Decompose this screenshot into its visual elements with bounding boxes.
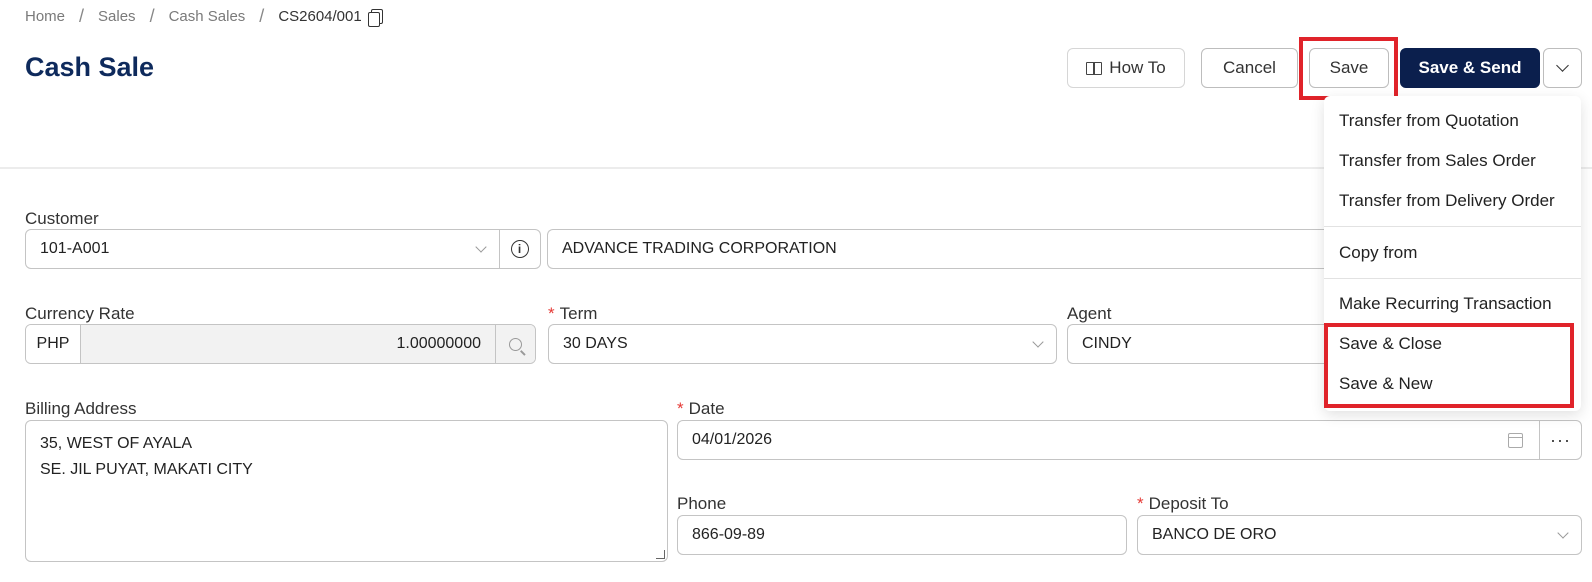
term-value: 30 DAYS [563,335,628,352]
phone-label: Phone [677,494,727,513]
currency-code: PHP [26,325,81,363]
agent-select[interactable]: CINDY [1067,324,1327,364]
customer-label: Customer [25,209,99,228]
menu-item-transfer-delivery-order[interactable]: Transfer from Delivery Order [1339,191,1555,211]
menu-item-transfer-sales-order[interactable]: Transfer from Sales Order [1339,151,1536,171]
term-label: * Term [548,304,598,323]
breadcrumb: Home / Sales / Cash Sales / CS2604/001 [25,6,383,27]
billing-address-line1: 35, WEST OF AYALA [40,435,193,452]
billing-address-line2: SE. JIL PUYAT, MAKATI CITY [40,461,253,478]
calendar-icon[interactable] [1508,433,1523,448]
customer-code-value: 101-A001 [40,240,110,257]
phone-value: 866-09-89 [692,526,765,543]
save-options-highlight [1324,323,1574,408]
breadcrumb-sales[interactable]: Sales [98,8,136,25]
billing-address-textarea[interactable]: 35, WEST OF AYALA SE. JIL PUYAT, MAKATI … [25,420,668,562]
copy-icon[interactable] [367,8,383,27]
customer-name-value: ADVANCE TRADING CORPORATION [562,240,837,257]
page-title: Cash Sale [25,52,155,82]
menu-item-transfer-quotation[interactable]: Transfer from Quotation [1339,111,1519,131]
book-icon [1086,61,1103,75]
date-input[interactable]: 04/01/2026 [677,420,1540,460]
breadcrumb-separator: / [259,6,265,26]
more-options-button[interactable] [1543,48,1582,88]
currency-rate-label: Currency Rate [25,304,135,323]
agent-label: Agent [1067,304,1112,323]
search-icon [509,337,522,351]
how-to-button[interactable]: How To [1067,48,1185,88]
breadcrumb-current: CS2604/001 [278,8,362,25]
breadcrumb-separator: / [149,6,155,26]
customer-name-field[interactable]: ADVANCE TRADING CORPORATION [547,229,1327,269]
currency-search-button[interactable] [495,325,535,363]
menu-item-copy-from[interactable]: Copy from [1339,243,1417,263]
how-to-label: How To [1109,58,1166,77]
customer-info-button[interactable]: i [499,229,541,269]
menu-item-recurring[interactable]: Make Recurring Transaction [1339,294,1552,314]
term-select[interactable]: 30 DAYS [548,324,1057,364]
agent-value: CINDY [1082,335,1132,352]
save-and-send-button[interactable]: Save & Send [1400,48,1540,88]
cancel-button[interactable]: Cancel [1201,48,1298,88]
chevron-down-icon [1557,527,1569,539]
breadcrumb-cash-sales[interactable]: Cash Sales [169,8,246,25]
customer-code-select[interactable]: 101-A001 [25,229,500,269]
date-options-button[interactable]: ··· [1539,420,1582,460]
ellipsis-icon: ··· [1550,429,1571,450]
billing-address-label: Billing Address [25,399,137,418]
currency-rate-field: PHP 1.00000000 [25,324,536,364]
required-marker: * [1137,494,1144,513]
deposit-to-value: BANCO DE ORO [1152,526,1277,543]
required-marker: * [548,304,555,323]
required-marker: * [677,399,684,418]
chevron-down-icon [1032,336,1044,348]
date-label: * Date [677,399,725,418]
menu-divider [1324,226,1581,227]
menu-divider [1324,278,1581,279]
resize-handle[interactable] [656,550,665,559]
info-icon: i [510,240,529,258]
phone-input[interactable]: 866-09-89 [677,515,1127,555]
chevron-down-icon [475,241,487,253]
chevron-down-icon [1556,59,1569,72]
deposit-to-select[interactable]: BANCO DE ORO [1137,515,1582,555]
currency-rate-value[interactable]: 1.00000000 [81,325,495,363]
deposit-to-label: * Deposit To [1137,494,1229,513]
breadcrumb-home[interactable]: Home [25,8,65,25]
save-button-highlight [1299,37,1398,100]
breadcrumb-separator: / [79,6,85,26]
date-value: 04/01/2026 [692,431,773,448]
